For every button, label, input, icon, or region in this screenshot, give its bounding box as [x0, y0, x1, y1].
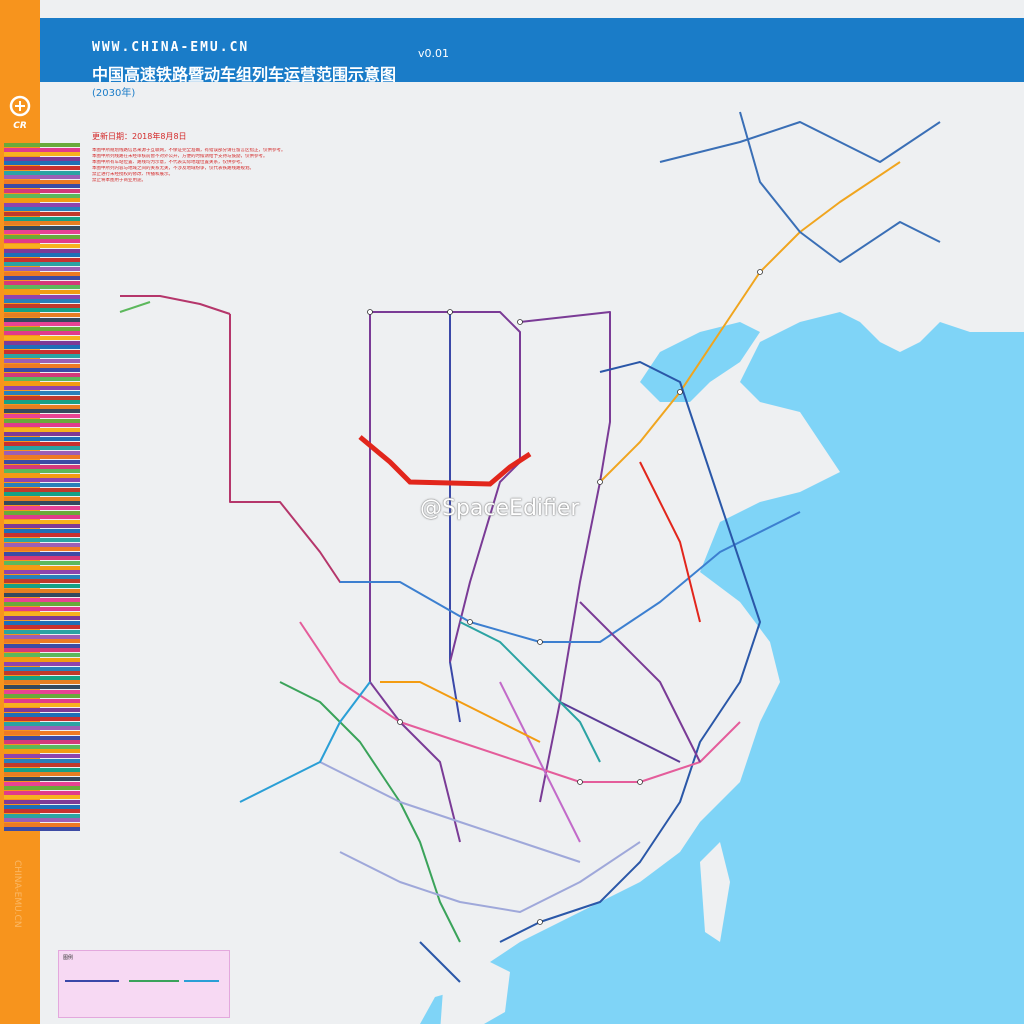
rail-line	[559, 701, 681, 763]
station-marker	[537, 639, 543, 645]
station-marker	[517, 319, 523, 325]
station-marker	[367, 309, 373, 315]
rail-line	[639, 461, 701, 623]
rail-line	[659, 121, 941, 163]
station-marker	[467, 619, 473, 625]
rail-line	[579, 601, 701, 763]
rail-line	[369, 312, 461, 843]
rail-line	[119, 301, 151, 313]
rail-line	[339, 841, 641, 913]
svg-text:CR: CR	[13, 121, 27, 131]
station-marker	[597, 479, 603, 485]
legend-box-title: 图例	[63, 955, 74, 961]
site-url: WWW.CHINA-EMU.CN	[92, 40, 250, 55]
side-watermark: CHINA-EMU.CN	[12, 860, 22, 928]
station-marker	[677, 389, 683, 395]
rail-line	[319, 761, 581, 863]
rail-line	[120, 295, 231, 315]
cr-logo-icon: CR	[9, 95, 31, 131]
hainan-island	[440, 957, 510, 1024]
station-marker	[637, 779, 643, 785]
station-marker	[577, 779, 583, 785]
rail-line	[239, 681, 371, 803]
station-marker	[397, 719, 403, 725]
station-marker	[537, 919, 543, 925]
version-label: v0.01	[418, 47, 450, 60]
rail-map	[119, 111, 1024, 1024]
rail-line	[370, 311, 521, 663]
rail-line	[739, 111, 941, 263]
watermark-text: @SpaceEdifier	[420, 496, 580, 521]
station-marker	[757, 269, 763, 275]
legend-sample-lines	[65, 980, 219, 982]
rail-line	[519, 311, 611, 803]
legend-box: 图例	[58, 950, 230, 1018]
station-marker	[447, 309, 453, 315]
